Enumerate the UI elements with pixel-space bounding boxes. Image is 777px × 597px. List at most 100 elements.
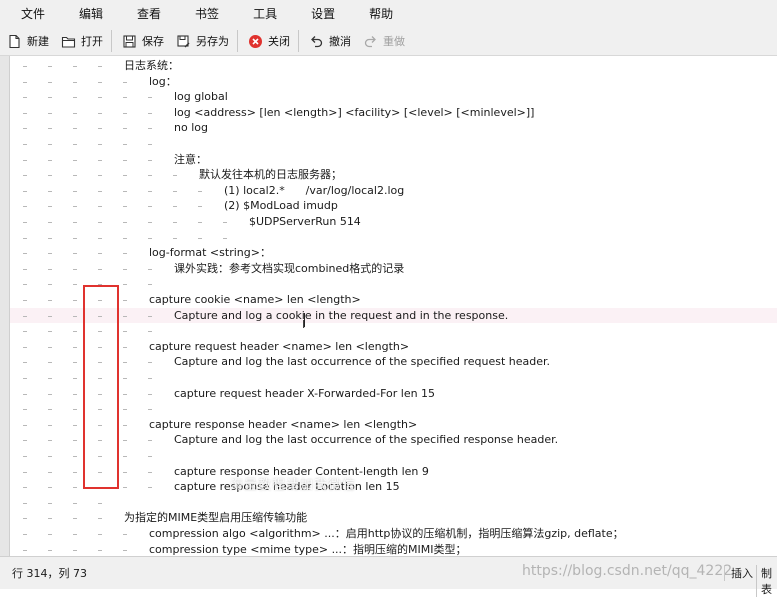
indent-dot [48, 81, 52, 83]
indent-dot [148, 128, 152, 130]
editor-line[interactable]: log <address> [len <length>] <facility> … [10, 105, 777, 121]
menu-help[interactable]: 帮助 [348, 5, 406, 22]
indent-dot [123, 331, 127, 333]
menu-edit[interactable]: 编辑 [58, 5, 116, 22]
editor-line[interactable]: Capture and log the last occurrence of t… [10, 432, 777, 448]
editor-line[interactable] [10, 136, 777, 152]
indent-dot [148, 440, 152, 442]
indent-dot [73, 315, 77, 317]
editor-line-text: (2) $ModLoad imudp [224, 199, 338, 213]
indent-dot [123, 144, 127, 145]
editor-line[interactable]: compression algo <algorithm> ...：启用http协… [10, 526, 777, 542]
indent-dot [48, 268, 52, 270]
indent-dot [23, 97, 27, 99]
menu-settings[interactable]: 设置 [290, 5, 348, 22]
overlay-text: 海量教程请加我微信 [230, 478, 357, 493]
undo-label: 撤消 [329, 35, 351, 48]
editor-line[interactable]: capture cookie <name> len <length> [10, 292, 777, 308]
editor-line[interactable]: no log [10, 120, 777, 136]
editor-line[interactable]: capture response header Location len 15 [10, 479, 777, 495]
indent-dot [123, 112, 127, 114]
indent-dot [23, 268, 27, 270]
editor-line[interactable]: capture response header <name> len <leng… [10, 417, 777, 433]
indent-dot [123, 97, 127, 99]
editor-line[interactable]: (1) local2.* /var/log/local2.log [10, 183, 777, 199]
editor-line[interactable]: capture request header <name> len <lengt… [10, 339, 777, 355]
indent-dot [23, 378, 27, 379]
editor-line[interactable]: log global [10, 89, 777, 105]
indent-dot [98, 66, 102, 67]
indent-dot [173, 206, 177, 208]
indent-dot [73, 144, 77, 145]
editor-line[interactable] [10, 276, 777, 292]
indent-dot [48, 206, 52, 208]
editor-line-text: 默认发往本机的日志服务器； [199, 168, 342, 182]
editor-line[interactable]: $UDPServerRun 514 [10, 214, 777, 230]
menu-tools[interactable]: 工具 [232, 5, 290, 22]
insert-mode-indicator[interactable]: 插入 [724, 565, 753, 581]
indent-dot [98, 549, 102, 551]
editor-line[interactable]: 默认发往本机的日志服务器； [10, 167, 777, 183]
editor-line[interactable]: log： [10, 74, 777, 90]
indent-dot [73, 378, 77, 379]
editor-line[interactable]: 为指定的MIME类型启用压缩传输功能 [10, 510, 777, 526]
indent-dot [48, 222, 52, 223]
indent-dot [148, 159, 152, 161]
save-button[interactable]: 保存 [115, 29, 169, 53]
indent-dot [98, 159, 102, 161]
editor-line[interactable]: capture response header Content-length l… [10, 464, 777, 480]
indent-dot [173, 222, 177, 223]
editor-line[interactable] [10, 495, 777, 511]
menu-view[interactable]: 查看 [116, 5, 174, 22]
editor-line[interactable]: compression type <mime type> ...：指明压缩的MI… [10, 542, 777, 556]
indent-dot [23, 456, 27, 457]
indent-dot [98, 268, 102, 270]
editor-line[interactable] [10, 323, 777, 339]
new-button[interactable]: 新建 [0, 29, 54, 53]
editor-line[interactable]: 日志系统： [10, 58, 777, 74]
indent-dot [73, 128, 77, 130]
undo-button[interactable]: 撤消 [302, 29, 356, 53]
indent-dot [23, 534, 27, 535]
indent-dot [123, 409, 127, 411]
editor-line[interactable] [10, 401, 777, 417]
open-button[interactable]: 打开 [54, 29, 108, 53]
save-as-button[interactable]: 另存为 [169, 29, 234, 53]
editor-line[interactable]: log-format <string>： [10, 245, 777, 261]
redo-button[interactable]: 重做 [356, 29, 410, 53]
indent-dot [73, 253, 77, 255]
indent-dot [48, 315, 52, 317]
close-button[interactable]: 关闭 [241, 29, 295, 53]
indent-dot [148, 206, 152, 208]
editor-line[interactable]: 课外实践：参考文档实现combined格式的记录 [10, 261, 777, 277]
indent-dot [98, 206, 102, 208]
indent-dot [98, 81, 102, 83]
indent-dot [73, 409, 77, 411]
save-as-icon [177, 34, 190, 47]
editor-line[interactable]: Capture and log a cookie in the request … [10, 307, 777, 324]
indent-dot [23, 112, 27, 114]
indent-dot [98, 253, 102, 255]
indent-dot [23, 284, 27, 286]
indent-dot [73, 237, 77, 239]
menu-bookmarks[interactable]: 书签 [174, 5, 232, 22]
editor-line-text: 日志系统： [124, 59, 179, 72]
indent-dot [48, 456, 52, 457]
editor-line[interactable]: 注意： [10, 152, 777, 168]
indent-dot [123, 190, 127, 192]
indent-dot [123, 456, 127, 457]
editor-line[interactable] [10, 370, 777, 386]
editor-line[interactable] [10, 448, 777, 464]
save-icon [123, 34, 136, 48]
indent-dot [23, 300, 27, 301]
editor-line[interactable]: (2) $ModLoad imudp [10, 198, 777, 214]
editor-line[interactable]: Capture and log the last occurrence of t… [10, 354, 777, 370]
tab-mode-indicator[interactable]: 制表 [756, 565, 777, 597]
indent-dot [23, 128, 27, 130]
indent-dot [73, 175, 77, 177]
editor-line[interactable] [10, 230, 777, 246]
indent-dot [48, 346, 52, 348]
text-editor[interactable]: 日志系统： log： log global log <address> [len <l… [10, 56, 777, 556]
editor-line[interactable]: capture request header X-Forwarded-For l… [10, 386, 777, 402]
menu-file[interactable]: 文件 [0, 5, 58, 22]
